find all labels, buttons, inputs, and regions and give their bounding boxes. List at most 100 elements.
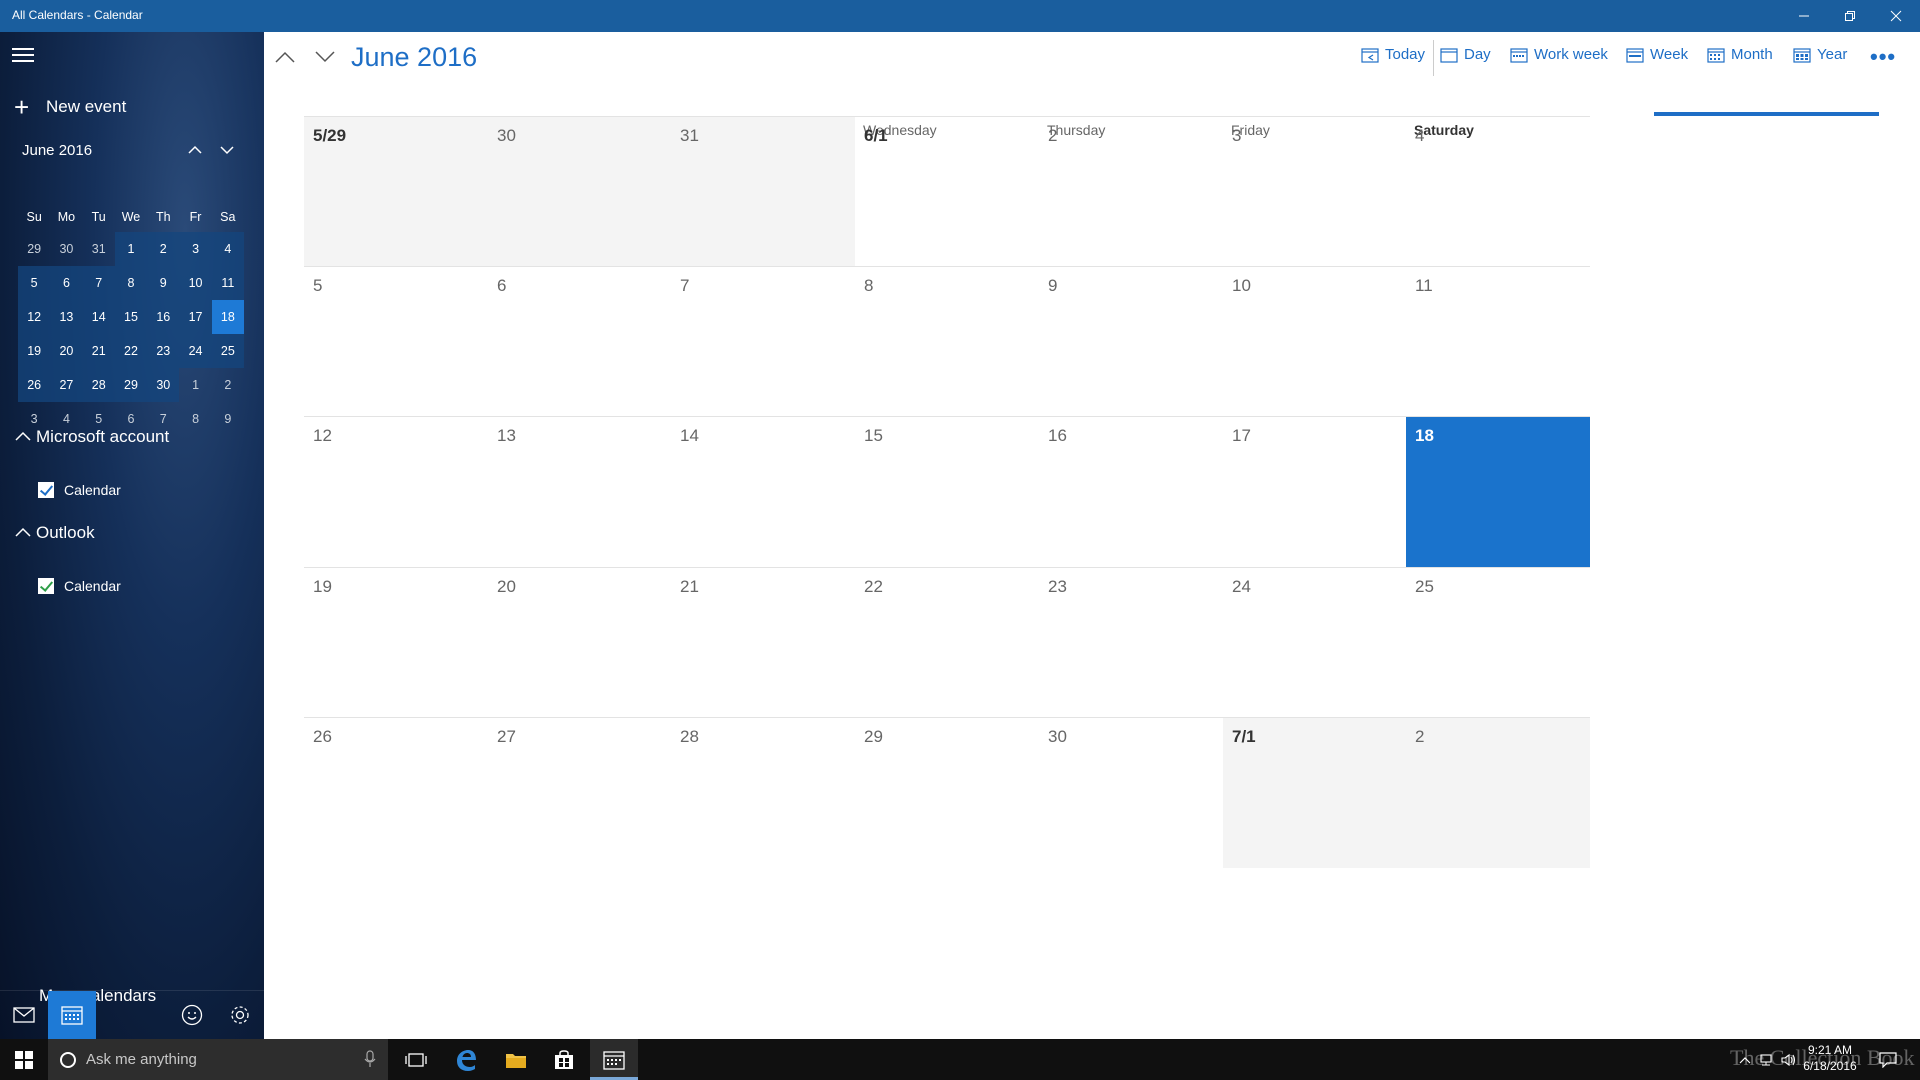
month-day-cell[interactable]: 2 xyxy=(1406,717,1590,868)
action-center-button[interactable] xyxy=(1872,1039,1904,1080)
month-day-cell[interactable]: 16 xyxy=(1039,416,1223,567)
mini-calendar-day[interactable]: 3 xyxy=(179,232,212,266)
calendar-app-button[interactable] xyxy=(48,990,96,1039)
month-view-button[interactable]: Month xyxy=(1707,46,1773,63)
month-day-cell[interactable]: 29 xyxy=(855,717,1039,868)
mini-prev-month-button[interactable] xyxy=(185,140,205,160)
month-day-cell[interactable]: 19 xyxy=(304,567,488,717)
start-button[interactable] xyxy=(0,1039,48,1080)
mini-calendar-day[interactable]: 12 xyxy=(18,300,51,334)
settings-button[interactable] xyxy=(216,991,264,1040)
mail-button[interactable] xyxy=(0,991,48,1040)
mini-calendar-day[interactable]: 23 xyxy=(147,334,180,368)
month-day-cell[interactable]: 27 xyxy=(488,717,671,868)
month-day-cell[interactable]: 2 xyxy=(1039,116,1223,266)
hamburger-menu-icon[interactable] xyxy=(12,48,34,64)
network-button[interactable] xyxy=(1757,1039,1777,1080)
feedback-button[interactable] xyxy=(168,991,216,1040)
next-month-button[interactable] xyxy=(312,44,338,70)
month-day-cell[interactable]: 26 xyxy=(304,717,488,868)
tray-clock[interactable]: 9:21 AM 6/18/2016 xyxy=(1795,1042,1865,1074)
month-day-cell[interactable]: 24 xyxy=(1223,567,1406,717)
month-day-cell[interactable]: 25 xyxy=(1406,567,1590,717)
mini-calendar-day[interactable]: 2 xyxy=(147,232,180,266)
month-day-cell[interactable]: 6 xyxy=(488,266,671,416)
mini-calendar-day[interactable]: 1 xyxy=(179,368,211,402)
month-day-cell[interactable]: 14 xyxy=(671,416,855,567)
mini-calendar-day[interactable]: 29 xyxy=(18,232,50,266)
month-day-cell[interactable]: 3 xyxy=(1223,116,1406,266)
month-day-cell[interactable]: 6/1 xyxy=(855,116,1039,266)
mini-calendar-day[interactable]: 4 xyxy=(211,232,244,266)
mini-calendar-day[interactable]: 15 xyxy=(114,300,148,334)
month-day-cell[interactable]: 21 xyxy=(671,567,855,717)
edge-browser-button[interactable] xyxy=(444,1039,488,1080)
mini-calendar-day[interactable]: 16 xyxy=(147,300,180,334)
month-day-cell[interactable]: 15 xyxy=(855,416,1039,567)
day-view-button[interactable]: Day xyxy=(1440,46,1491,63)
month-day-cell[interactable]: 30 xyxy=(1039,717,1223,868)
month-day-cell[interactable]: 5 xyxy=(304,266,488,416)
month-day-cell[interactable]: 23 xyxy=(1039,567,1223,717)
checkbox-icon[interactable] xyxy=(38,482,54,498)
mini-calendar-day[interactable]: 19 xyxy=(18,334,51,368)
mini-calendar-day[interactable]: 1 xyxy=(114,232,148,266)
month-title[interactable]: June 2016 xyxy=(351,42,477,73)
month-day-cell[interactable]: 7 xyxy=(671,266,855,416)
month-day-cell[interactable]: 30 xyxy=(488,116,671,266)
calendar-taskbar-button[interactable] xyxy=(590,1039,638,1080)
calendar-item-microsoft[interactable]: Calendar xyxy=(38,482,121,498)
month-day-cell[interactable]: 9 xyxy=(1039,266,1223,416)
mini-calendar-header[interactable]: June 2016 xyxy=(22,142,92,159)
mini-calendar-day[interactable]: 8 xyxy=(114,266,148,300)
mini-calendar-day[interactable]: 30 xyxy=(147,368,180,402)
file-explorer-button[interactable] xyxy=(494,1039,538,1080)
minimize-button[interactable] xyxy=(1781,0,1827,32)
new-event-button[interactable]: + New event xyxy=(14,92,126,122)
mini-calendar-day[interactable]: 20 xyxy=(50,334,83,368)
month-day-cell[interactable]: 22 xyxy=(855,567,1039,717)
mini-calendar-day[interactable]: 14 xyxy=(82,300,115,334)
mini-calendar-day[interactable]: 25 xyxy=(211,334,244,368)
mini-next-month-button[interactable] xyxy=(217,140,237,160)
account-outlook[interactable]: Outlook xyxy=(14,523,95,543)
mini-calendar-day[interactable]: 31 xyxy=(83,232,115,266)
mini-calendar-day[interactable]: 17 xyxy=(179,300,212,334)
month-day-cell[interactable]: 10 xyxy=(1223,266,1406,416)
month-day-cell[interactable]: 7/1 xyxy=(1223,717,1406,868)
mini-calendar-day[interactable]: 24 xyxy=(179,334,212,368)
month-day-cell[interactable]: 18 xyxy=(1406,416,1590,567)
month-day-cell[interactable]: 5/29 xyxy=(304,116,488,266)
year-view-button[interactable]: Year xyxy=(1793,46,1847,63)
month-day-cell[interactable]: 8 xyxy=(855,266,1039,416)
mini-calendar-day[interactable]: 7 xyxy=(82,266,115,300)
calendar-item-outlook[interactable]: Calendar xyxy=(38,578,121,594)
mini-calendar-day[interactable]: 10 xyxy=(179,266,212,300)
month-day-cell[interactable]: 11 xyxy=(1406,266,1590,416)
mini-calendar-day[interactable]: 18 xyxy=(211,300,244,334)
account-microsoft[interactable]: Microsoft account xyxy=(14,427,169,447)
month-day-cell[interactable]: 13 xyxy=(488,416,671,567)
mini-calendar-day[interactable]: 6 xyxy=(50,266,83,300)
month-day-cell[interactable]: 12 xyxy=(304,416,488,567)
mini-calendar-day[interactable]: 28 xyxy=(82,368,115,402)
mini-calendar-day[interactable]: 22 xyxy=(114,334,148,368)
task-view-button[interactable] xyxy=(394,1039,438,1080)
mini-calendar-day[interactable]: 13 xyxy=(50,300,83,334)
work-week-view-button[interactable]: Work week xyxy=(1510,46,1608,63)
mini-calendar-day[interactable]: 27 xyxy=(50,368,83,402)
checkbox-icon[interactable] xyxy=(38,578,54,594)
mini-calendar-day[interactable]: 29 xyxy=(114,368,148,402)
restore-button[interactable] xyxy=(1827,0,1873,32)
cortana-search-box[interactable]: Ask me anything xyxy=(48,1039,388,1080)
today-button[interactable]: Today xyxy=(1361,46,1425,63)
month-day-cell[interactable]: 4 xyxy=(1406,116,1590,266)
month-day-cell[interactable]: 31 xyxy=(671,116,855,266)
mini-calendar-day[interactable]: 11 xyxy=(211,266,244,300)
show-hidden-icons-button[interactable] xyxy=(1735,1039,1755,1080)
month-day-cell[interactable]: 28 xyxy=(671,717,855,868)
more-options-button[interactable]: ••• xyxy=(1870,44,1896,70)
month-day-cell[interactable]: 20 xyxy=(488,567,671,717)
mini-calendar-day[interactable]: 9 xyxy=(147,266,180,300)
store-button[interactable] xyxy=(542,1039,586,1080)
